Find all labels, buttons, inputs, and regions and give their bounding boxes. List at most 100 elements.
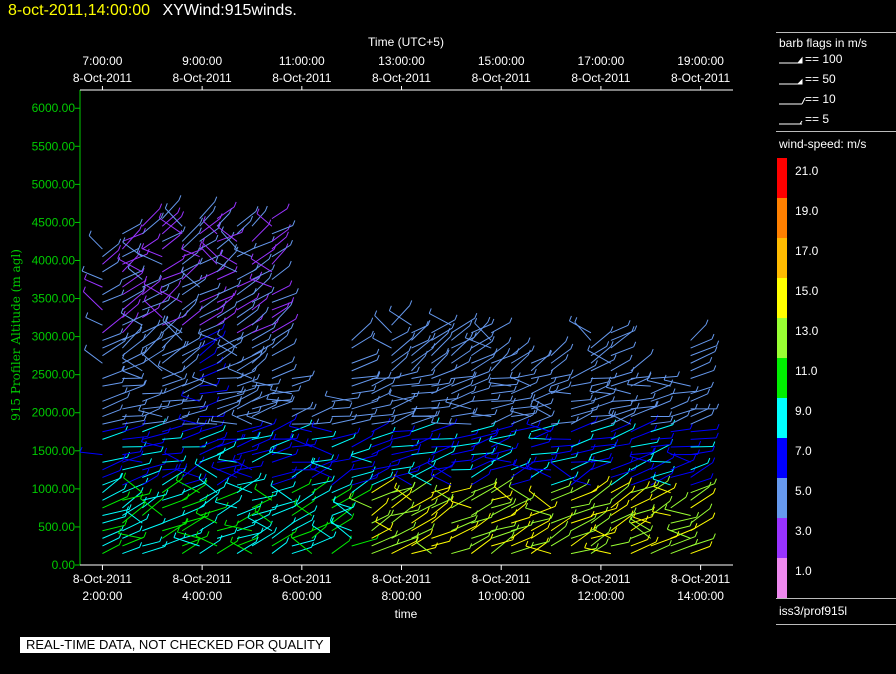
wind-barb-flag <box>199 257 203 264</box>
wind-barb <box>216 540 238 555</box>
wind-barb-flag <box>290 322 294 329</box>
wind-barb <box>371 514 392 532</box>
wind-barb <box>351 435 373 448</box>
wind-barb <box>570 483 588 494</box>
wind-barb-flag <box>252 301 256 307</box>
wind-barb <box>291 375 313 379</box>
wind-barb <box>142 423 164 433</box>
wind-barb-flag <box>370 473 374 479</box>
wind-barb <box>630 541 657 555</box>
wind-barb-flag <box>289 442 293 448</box>
wind-barb-flag <box>159 389 163 395</box>
wind-barb-flag <box>409 488 413 494</box>
wind-barb-flag <box>473 385 477 392</box>
wind-barb-flag <box>613 354 617 360</box>
wind-barb-flag <box>556 447 560 453</box>
wind-barb-flag <box>589 386 593 392</box>
wind-barb-flag <box>212 205 216 212</box>
wind-barb <box>236 276 260 288</box>
wind-barb <box>570 460 593 463</box>
wind-barb <box>491 434 515 440</box>
wind-barb-flag <box>386 497 389 504</box>
wind-barb-flag <box>157 233 161 239</box>
wind-barb-flag <box>454 314 458 320</box>
wind-barb-flag <box>118 238 122 245</box>
wind-barb-flag <box>368 443 372 450</box>
wind-barb <box>389 310 412 326</box>
wind-barb-flag <box>712 457 716 463</box>
wind-barb-flag <box>427 320 431 326</box>
wind-barb-flag <box>537 420 541 427</box>
wind-barb-flag <box>448 377 452 384</box>
top-tick-time: 9:00:00 <box>182 54 222 68</box>
speed-swatch-label: 21.0 <box>795 164 819 178</box>
wind-barb <box>510 536 532 547</box>
wind-barb-flag <box>224 519 228 526</box>
wind-barb-flag <box>605 538 609 544</box>
wind-barb-flag <box>256 385 260 391</box>
wind-barb <box>429 313 452 326</box>
wind-barb <box>331 406 350 410</box>
wind-barb-flag <box>217 379 221 385</box>
wind-barb-flag <box>527 337 531 343</box>
wind-barb-flag <box>468 356 472 362</box>
wind-barb-flag <box>394 482 398 489</box>
speed-swatch-label: 5.0 <box>795 484 812 498</box>
y-tick-label: 5500.00 <box>32 139 76 153</box>
wind-barb-flag <box>215 234 219 241</box>
wind-barb-flag <box>525 540 529 547</box>
wind-barb-flag <box>436 417 440 423</box>
legend-divider <box>776 131 896 132</box>
wind-barb-flag <box>491 336 495 342</box>
wind-barb <box>236 478 265 486</box>
wind-barb-flag <box>289 280 293 286</box>
barb-legend-title: barb flags in m/s <box>779 36 868 50</box>
wind-barb <box>181 264 199 280</box>
wind-barb <box>251 451 273 463</box>
wind-barb <box>102 249 119 265</box>
top-tick-date: 8-Oct-2011 <box>671 71 730 85</box>
wind-barb <box>630 498 651 509</box>
wind-barb-flag <box>407 326 411 333</box>
x-tick-time: 6:00:00 <box>282 589 322 603</box>
y-tick-label: 3000.00 <box>32 330 76 344</box>
wind-barb <box>236 220 251 235</box>
wind-barb <box>374 315 392 334</box>
wind-barb <box>233 470 253 478</box>
wind-barb <box>122 370 143 379</box>
wind-barb-flag <box>273 433 277 440</box>
wind-barb <box>216 400 240 410</box>
wind-barb <box>391 371 418 379</box>
wind-barb-flag <box>159 285 163 292</box>
wind-barb <box>490 322 510 334</box>
wind-barb-flag <box>295 448 299 455</box>
wind-barb-flag <box>119 279 123 285</box>
wind-barb-flag <box>182 420 186 426</box>
wind-barb-flag <box>233 290 237 296</box>
wind-barb-flag <box>634 325 638 331</box>
wind-barb-flag <box>412 332 416 338</box>
wind-barb-flag <box>357 427 361 434</box>
station-label: iss3/prof915l <box>779 604 848 618</box>
wind-barb-flag <box>551 410 555 416</box>
y-tick-label: 3500.00 <box>32 292 76 306</box>
wind-barb-flag <box>376 354 380 361</box>
speed-swatch-label: 17.0 <box>795 244 819 258</box>
wind-barb-flag <box>331 454 334 460</box>
wind-barb-flag <box>286 203 290 209</box>
wind-barb <box>630 539 648 547</box>
wind-barb-flag <box>451 322 455 329</box>
top-axis-title: Time (UTC+5) <box>368 35 444 49</box>
wind-barb-flag <box>470 464 474 470</box>
wind-barb-flag <box>239 495 243 501</box>
x-tick-date: 8-Oct-2011 <box>671 572 730 586</box>
wind-barb-flag <box>230 536 234 542</box>
wind-barb-flag <box>510 447 514 453</box>
wind-barb-flag <box>135 312 139 318</box>
wind-barb-flag <box>515 442 519 449</box>
wind-barb <box>511 516 530 524</box>
wind-barb-flag <box>203 473 207 479</box>
wind-barb-flag <box>413 521 417 528</box>
wind-barb <box>610 461 632 471</box>
wind-barb <box>294 503 313 516</box>
